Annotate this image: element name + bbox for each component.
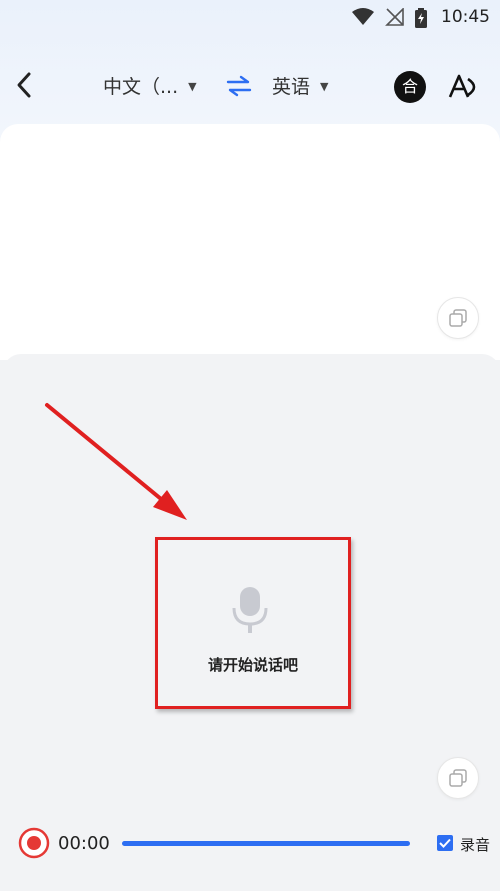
source-language-selector[interactable]: 中文（... ▼: [103, 72, 197, 99]
record-checkbox[interactable]: [437, 835, 453, 851]
swap-languages-icon[interactable]: [226, 75, 252, 97]
text-to-speech-icon[interactable]: [447, 71, 483, 103]
merge-button[interactable]: 合: [394, 71, 426, 103]
dropdown-arrow-icon: ▼: [320, 80, 329, 93]
battery-charging-icon: [415, 8, 427, 28]
record-button-icon[interactable]: [18, 827, 50, 859]
copy-icon: [449, 769, 467, 787]
back-arrow-icon[interactable]: [12, 70, 38, 100]
record-checkbox-label[interactable]: 录音: [460, 834, 490, 855]
translation-output-panel[interactable]: [0, 124, 500, 360]
no-signal-icon: [385, 8, 404, 26]
app-bar: 中文（... ▼ 英语 ▼ 合: [0, 58, 500, 114]
copy-translation-button[interactable]: [437, 297, 479, 339]
target-language-selector[interactable]: 英语 ▼: [272, 72, 328, 99]
copy-source-button[interactable]: [437, 757, 479, 799]
source-language-label: 中文（...: [103, 76, 179, 98]
copy-icon: [449, 309, 467, 327]
annotation-highlight-box: [155, 537, 351, 709]
status-bar: 10:45: [0, 0, 500, 34]
wifi-icon: [352, 8, 374, 25]
checkmark-icon: [439, 838, 451, 848]
recording-timer: 00:00: [58, 833, 110, 854]
status-time: 10:45: [441, 7, 490, 27]
target-language-label: 英语: [272, 76, 311, 98]
dropdown-arrow-icon: ▼: [188, 80, 197, 93]
audio-progress-track[interactable]: [122, 841, 410, 846]
